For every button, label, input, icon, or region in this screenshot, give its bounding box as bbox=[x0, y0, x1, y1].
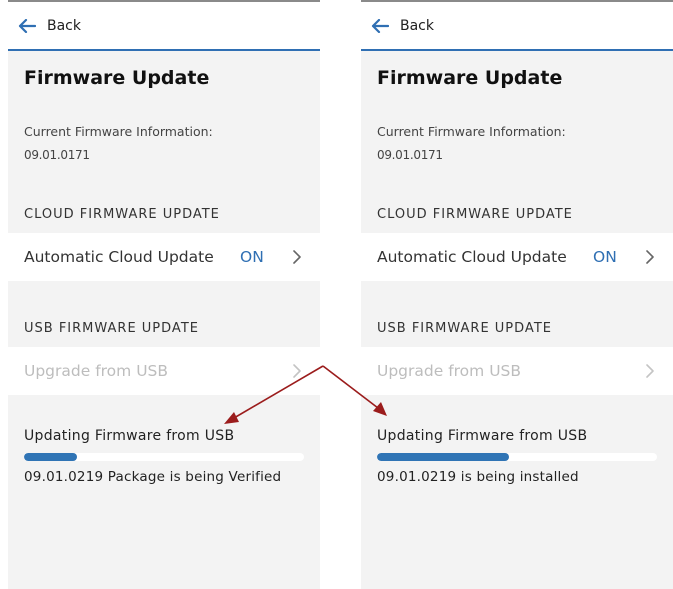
chevron-right-icon bbox=[293, 250, 301, 264]
progress-bar bbox=[377, 453, 657, 461]
current-firmware-label: Current Firmware Information: bbox=[377, 124, 566, 139]
update-status-text: 09.01.0219 is being installed bbox=[377, 469, 579, 485]
chevron-right-icon bbox=[293, 364, 301, 378]
current-firmware-value: 09.01.0171 bbox=[377, 148, 443, 162]
row-label: Automatic Cloud Update bbox=[24, 248, 214, 266]
row-label: Automatic Cloud Update bbox=[377, 248, 567, 266]
upgrade-from-usb-row: Upgrade from USB bbox=[8, 347, 320, 395]
back-label: Back bbox=[47, 17, 81, 34]
arrow-left-icon bbox=[371, 18, 389, 33]
page-title: Firmware Update bbox=[377, 67, 563, 89]
usb-section-heading: USB FIRMWARE UPDATE bbox=[24, 321, 199, 336]
cloud-section-heading: CLOUD FIRMWARE UPDATE bbox=[24, 207, 220, 222]
progress-fill bbox=[377, 453, 509, 461]
current-firmware-value: 09.01.0171 bbox=[24, 148, 90, 162]
progress-fill bbox=[24, 453, 78, 461]
automatic-cloud-update-row[interactable]: Automatic Cloud Update ON bbox=[361, 233, 673, 281]
firmware-screen-left: Back Firmware Update Current Firmware In… bbox=[8, 0, 320, 589]
cloud-update-state: ON bbox=[240, 248, 264, 266]
cloud-section-heading: CLOUD FIRMWARE UPDATE bbox=[377, 207, 573, 222]
current-firmware-label: Current Firmware Information: bbox=[24, 124, 213, 139]
progress-bar bbox=[24, 453, 304, 461]
back-label: Back bbox=[400, 17, 434, 34]
row-label: Upgrade from USB bbox=[24, 362, 169, 380]
update-status-heading: Updating Firmware from USB bbox=[24, 428, 235, 444]
cloud-update-state: ON bbox=[593, 248, 617, 266]
usb-section-heading: USB FIRMWARE UPDATE bbox=[377, 321, 552, 336]
automatic-cloud-update-row[interactable]: Automatic Cloud Update ON bbox=[8, 233, 320, 281]
chevron-right-icon bbox=[646, 364, 654, 378]
update-status-text: 09.01.0219 Package is being Verified bbox=[24, 469, 282, 485]
chevron-right-icon bbox=[646, 250, 654, 264]
back-button[interactable]: Back bbox=[361, 2, 673, 51]
page-title: Firmware Update bbox=[24, 67, 210, 89]
firmware-screen-right: Back Firmware Update Current Firmware In… bbox=[361, 0, 673, 589]
upgrade-from-usb-row: Upgrade from USB bbox=[361, 347, 673, 395]
back-button[interactable]: Back bbox=[8, 2, 320, 51]
update-status-heading: Updating Firmware from USB bbox=[377, 428, 588, 444]
arrow-left-icon bbox=[18, 18, 36, 33]
row-label: Upgrade from USB bbox=[377, 362, 522, 380]
